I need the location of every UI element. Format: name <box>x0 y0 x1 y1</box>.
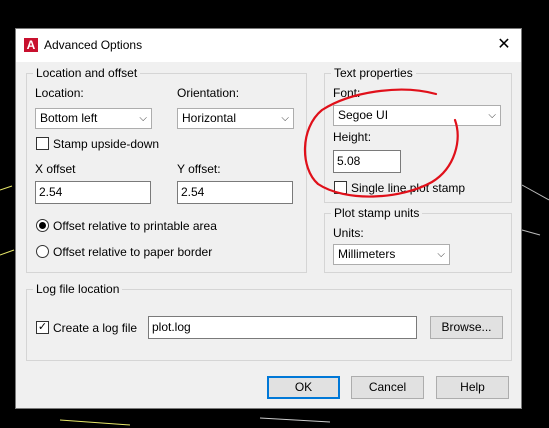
create-log-file-checkbox[interactable]: ✓ <box>36 321 49 334</box>
location-offset-group: Location and offset Location: Bottom lef… <box>26 66 307 273</box>
y-offset-label: Y offset: <box>177 162 221 176</box>
stamp-upside-down-label: Stamp upside-down <box>53 137 160 151</box>
x-offset-field[interactable]: 2.54 <box>35 181 151 204</box>
location-select[interactable]: Bottom left ⌵ <box>35 108 152 129</box>
font-select-value: Segoe UI <box>338 108 389 122</box>
advanced-options-dialog: A Advanced Options ✕ Location and offset… <box>15 28 522 409</box>
orientation-label: Orientation: <box>177 86 240 100</box>
orientation-select[interactable]: Horizontal ⌵ <box>177 108 294 129</box>
plot-stamp-units-group-label: Plot stamp units <box>331 206 423 220</box>
browse-button[interactable]: Browse... <box>430 316 503 339</box>
log-file-location-group-label: Log file location <box>33 282 123 296</box>
offset-printable-radio[interactable] <box>36 219 49 232</box>
location-label: Location: <box>35 86 84 100</box>
units-label: Units: <box>333 226 364 240</box>
log-file-location-group: Log file location ✓ Create a log file pl… <box>26 282 512 361</box>
location-select-value: Bottom left <box>40 111 98 125</box>
ok-button[interactable]: OK <box>267 376 340 399</box>
font-label: Font: <box>333 86 361 100</box>
help-button[interactable]: Help <box>436 376 509 399</box>
autocad-app-icon: A <box>24 38 38 52</box>
height-label: Height: <box>333 130 372 144</box>
stamp-upside-down-checkbox[interactable] <box>36 137 49 150</box>
offset-printable-label: Offset relative to printable area <box>53 219 217 233</box>
close-icon[interactable]: ✕ <box>495 36 513 54</box>
dialog-title: Advanced Options <box>44 38 143 52</box>
create-log-file-label: Create a log file <box>53 321 138 335</box>
units-select[interactable]: Millimeters ⌵ <box>333 244 450 265</box>
text-properties-group-label: Text properties <box>331 66 416 80</box>
chevron-down-icon: ⌵ <box>139 113 147 124</box>
single-line-plot-stamp-checkbox[interactable] <box>334 181 347 194</box>
x-offset-label: X offset <box>35 162 76 176</box>
font-select[interactable]: Segoe UI ⌵ <box>333 105 501 126</box>
chevron-down-icon: ⌵ <box>281 113 289 124</box>
text-properties-group: Text properties Font: Segoe UI ⌵ Height:… <box>324 66 512 203</box>
offset-paper-radio[interactable] <box>36 245 49 258</box>
height-field[interactable]: 5.08 <box>333 150 401 173</box>
title-bar: A Advanced Options ✕ <box>16 29 521 62</box>
offset-paper-label: Offset relative to paper border <box>53 245 213 259</box>
units-select-value: Millimeters <box>338 247 396 261</box>
plot-stamp-units-group: Plot stamp units Units: Millimeters ⌵ <box>324 206 512 273</box>
orientation-select-value: Horizontal <box>182 111 237 125</box>
y-offset-field[interactable]: 2.54 <box>177 181 293 204</box>
chevron-down-icon: ⌵ <box>437 249 445 260</box>
single-line-plot-stamp-label: Single line plot stamp <box>351 181 466 195</box>
location-offset-group-label: Location and offset <box>33 66 141 80</box>
cancel-button[interactable]: Cancel <box>351 376 424 399</box>
log-file-path-field[interactable]: plot.log <box>148 316 417 339</box>
chevron-down-icon: ⌵ <box>488 110 496 121</box>
